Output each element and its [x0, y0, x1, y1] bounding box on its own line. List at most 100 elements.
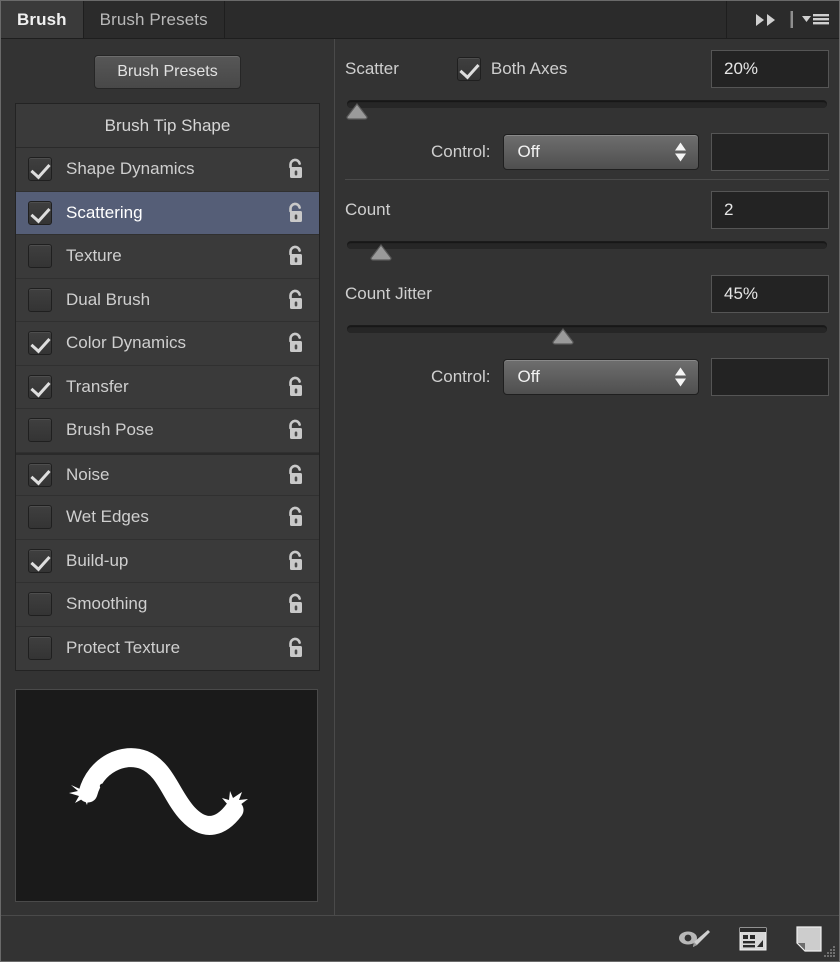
count-row: Count 2 — [345, 182, 829, 238]
scatter-control-row: Control: Off — [345, 125, 829, 179]
both-axes-label: Both Axes — [491, 59, 568, 79]
unlock-icon[interactable] — [283, 156, 309, 182]
count-value-field[interactable]: 2 — [711, 191, 829, 229]
scatter-section: Scatter Both Axes 20% — [345, 39, 829, 179]
brush-option-checkbox[interactable] — [28, 592, 52, 616]
count-jitter-value: 45% — [724, 284, 758, 304]
panel-body: Brush Presets Brush Tip Shape Shape Dyna… — [1, 39, 839, 915]
count-slider-track[interactable] — [347, 241, 827, 249]
both-axes-group[interactable]: Both Axes — [457, 57, 568, 81]
tab-brush-presets[interactable]: Brush Presets — [84, 1, 225, 38]
scatter-value: 20% — [724, 59, 758, 79]
brush-option-transfer[interactable]: Transfer — [16, 366, 319, 410]
brush-options-list: Brush Tip Shape Shape Dynamics Scatterin… — [15, 103, 320, 671]
brush-option-label: Texture — [66, 246, 283, 266]
brush-tip-shape-item[interactable]: Brush Tip Shape — [16, 104, 319, 148]
brush-option-scattering[interactable]: Scattering — [16, 192, 319, 236]
brush-option-checkbox[interactable] — [28, 201, 52, 225]
count-jitter-control-value: Off — [518, 367, 540, 387]
count-jitter-control-label: Control: — [431, 367, 491, 387]
count-jitter-slider-thumb[interactable] — [551, 328, 575, 345]
brush-presets-button[interactable]: Brush Presets — [94, 55, 240, 89]
brush-stroke-preview-svg — [16, 690, 317, 901]
brush-option-label: Transfer — [66, 377, 283, 397]
unlock-icon[interactable] — [283, 504, 309, 530]
scatter-slider[interactable] — [347, 97, 827, 125]
count-jitter-slider[interactable] — [347, 322, 827, 350]
brush-option-label: Wet Edges — [66, 507, 283, 527]
count-jitter-control-select[interactable]: Off — [503, 359, 699, 395]
brush-option-label: Scattering — [66, 203, 283, 223]
count-jitter-control-extra-field[interactable] — [711, 358, 829, 396]
toggle-live-tip-brush-preview-icon[interactable] — [677, 928, 711, 950]
count-label: Count — [345, 200, 390, 220]
brush-option-label: Dual Brush — [66, 290, 283, 310]
brush-option-checkbox[interactable] — [28, 463, 52, 487]
brush-option-label: Protect Texture — [66, 638, 283, 658]
count-slider-thumb[interactable] — [369, 244, 393, 261]
panel-header-tools — [727, 1, 839, 38]
brush-option-checkbox[interactable] — [28, 418, 52, 442]
brush-option-shape-dynamics[interactable]: Shape Dynamics — [16, 148, 319, 192]
brush-option-smoothing[interactable]: Smoothing — [16, 583, 319, 627]
unlock-icon[interactable] — [283, 330, 309, 356]
scatter-slider-thumb[interactable] — [345, 103, 369, 120]
count-jitter-value-field[interactable]: 45% — [711, 275, 829, 313]
brush-option-checkbox[interactable] — [28, 331, 52, 355]
tab-brush[interactable]: Brush — [1, 1, 84, 38]
count-jitter-slider-track[interactable] — [347, 325, 827, 333]
brush-option-checkbox[interactable] — [28, 636, 52, 660]
unlock-icon[interactable] — [283, 287, 309, 313]
unlock-icon[interactable] — [283, 635, 309, 661]
brush-option-checkbox[interactable] — [28, 244, 52, 268]
brush-option-label: Noise — [66, 465, 283, 485]
brush-option-label: Brush Pose — [66, 420, 283, 440]
double-chevron-right-icon[interactable] — [755, 13, 781, 27]
count-section: Count 2 Count Jitter — [345, 179, 829, 404]
brush-option-noise[interactable]: Noise — [16, 453, 319, 497]
both-axes-checkbox[interactable] — [457, 57, 481, 81]
panel-footer — [1, 915, 839, 961]
count-value: 2 — [724, 200, 733, 220]
tab-bar-filler — [225, 1, 727, 38]
brush-option-texture[interactable]: Texture — [16, 235, 319, 279]
scatter-value-field[interactable]: 20% — [711, 50, 829, 88]
brush-tip-shape-label: Brush Tip Shape — [105, 116, 231, 136]
brush-option-checkbox[interactable] — [28, 157, 52, 181]
brush-option-color-dynamics[interactable]: Color Dynamics — [16, 322, 319, 366]
unlock-icon[interactable] — [283, 374, 309, 400]
count-jitter-control-row: Control: Off — [345, 350, 829, 404]
brush-stroke-preview — [15, 689, 318, 902]
brush-option-label: Color Dynamics — [66, 333, 283, 353]
scatter-slider-track[interactable] — [347, 100, 827, 108]
count-jitter-row: Count Jitter 45% — [345, 266, 829, 322]
brush-option-label: Shape Dynamics — [66, 159, 283, 179]
scatter-control-extra-field[interactable] — [711, 133, 829, 171]
brush-option-label: Smoothing — [66, 594, 283, 614]
unlock-icon[interactable] — [283, 243, 309, 269]
brush-option-protect-texture[interactable]: Protect Texture — [16, 627, 319, 671]
brush-option-build-up[interactable]: Build-up — [16, 540, 319, 584]
resize-grip-icon[interactable] — [821, 943, 837, 959]
brush-option-dual-brush[interactable]: Dual Brush — [16, 279, 319, 323]
unlock-icon[interactable] — [283, 591, 309, 617]
unlock-icon[interactable] — [283, 417, 309, 443]
unlock-icon[interactable] — [283, 200, 309, 226]
scatter-control-select[interactable]: Off — [503, 134, 699, 170]
brush-option-brush-pose[interactable]: Brush Pose — [16, 409, 319, 453]
brush-option-checkbox[interactable] — [28, 288, 52, 312]
brush-option-checkbox[interactable] — [28, 505, 52, 529]
brush-presets-button-row: Brush Presets — [15, 49, 320, 103]
open-preset-manager-icon[interactable] — [739, 927, 767, 951]
count-slider[interactable] — [347, 238, 827, 266]
unlock-icon[interactable] — [283, 462, 309, 488]
create-new-brush-icon[interactable] — [795, 926, 823, 952]
brush-presets-button-label: Brush Presets — [117, 63, 217, 80]
scatter-control-label: Control: — [431, 142, 491, 162]
brush-option-wet-edges[interactable]: Wet Edges — [16, 496, 319, 540]
brush-option-checkbox[interactable] — [28, 549, 52, 573]
brush-option-checkbox[interactable] — [28, 375, 52, 399]
unlock-icon[interactable] — [283, 548, 309, 574]
panel-menu-icon[interactable] — [802, 13, 830, 27]
select-stepper-arrows-icon — [675, 368, 686, 387]
